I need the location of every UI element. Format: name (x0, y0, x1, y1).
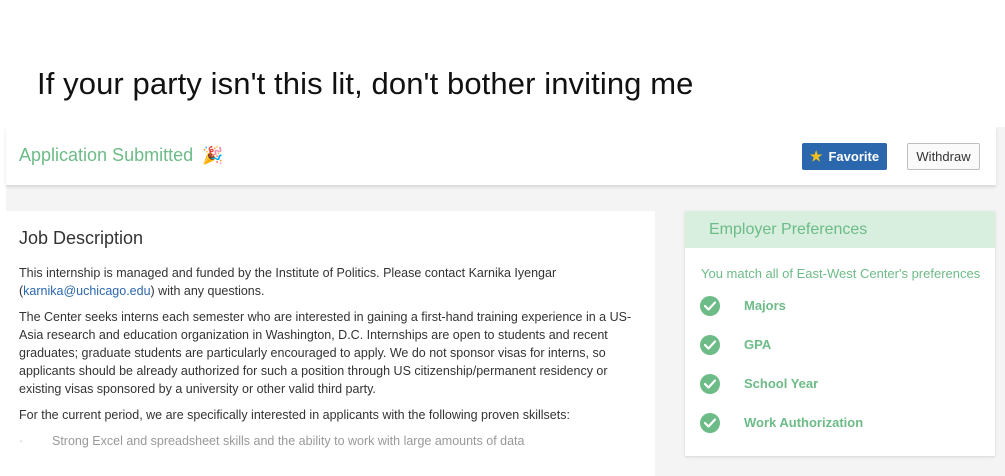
preference-label: School Year (744, 376, 819, 391)
job-paragraph-skills-intro: For the current period, we are specifica… (19, 408, 570, 422)
application-status-title: Application Submitted 🎉 (19, 145, 223, 166)
check-circle-icon (700, 296, 720, 316)
preference-label: Work Authorization (744, 415, 864, 430)
party-popper-icon: 🎉 (202, 146, 224, 165)
employer-preferences-card: Employer Preferences You match all of Ea… (685, 211, 995, 456)
job-description-body: This internship is managed and funded by… (19, 264, 639, 450)
job-description-title: Job Description (19, 228, 144, 248)
check-circle-icon (700, 374, 720, 394)
check-circle-icon (700, 335, 720, 355)
application-page: Application Submitted 🎉 ★ Favorite Withd… (6, 127, 1005, 476)
job-paragraph-contact: This internship is managed and funded by… (19, 264, 639, 300)
skills-list: Strong Excel and spreadsheet skills and … (19, 432, 639, 450)
contact-text-after: ) with any questions. (150, 284, 265, 298)
application-header: Application Submitted 🎉 ★ Favorite Withd… (6, 127, 996, 185)
withdraw-button[interactable]: Withdraw (907, 143, 980, 170)
preferences-match-text: You match all of East-West Center's pref… (701, 266, 981, 281)
check-circle-icon (700, 413, 720, 433)
preferences-title: Employer Preferences (709, 221, 868, 238)
contact-email-link[interactable]: karnika@uchicago.edu (23, 284, 150, 298)
list-item: Strong Excel and spreadsheet skills and … (19, 432, 639, 450)
star-icon: ★ (809, 148, 823, 164)
job-description-card: Job Description This internship is manag… (6, 211, 655, 476)
meme-caption: If your party isn't this lit, don't both… (37, 66, 694, 101)
favorite-button[interactable]: ★ Favorite (802, 143, 887, 170)
job-paragraph-description: The Center seeks interns each semester w… (19, 310, 632, 396)
preference-label: GPA (744, 337, 772, 352)
favorite-label: Favorite (828, 149, 880, 164)
preference-label: Majors (744, 298, 786, 313)
preferences-header: Employer Preferences (685, 211, 995, 248)
status-title-text: Application Submitted (19, 145, 194, 165)
